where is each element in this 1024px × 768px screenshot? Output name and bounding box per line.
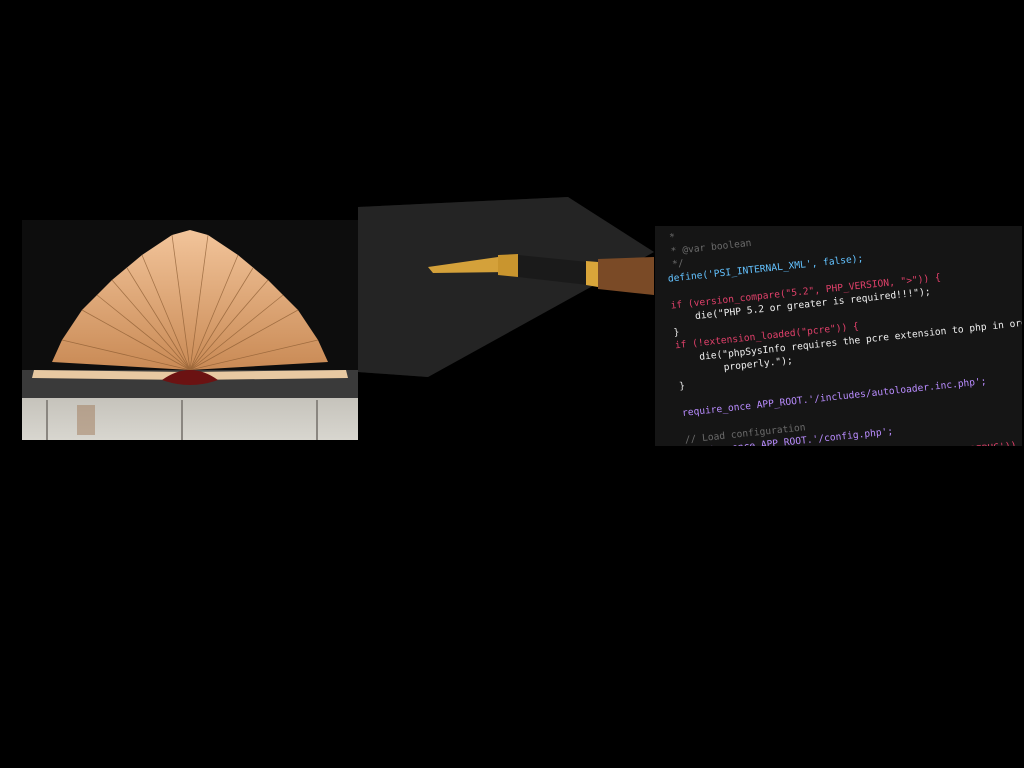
fountain-pen-icon	[358, 197, 654, 377]
open-book-icon	[22, 220, 358, 440]
code-editor-image: * * @var boolean */define('PSI_INTERNAL_…	[655, 226, 1022, 446]
slide-canvas: * * @var boolean */define('PSI_INTERNAL_…	[0, 0, 1024, 768]
fountain-pen-image	[358, 197, 654, 377]
open-book-image	[22, 220, 358, 440]
code-listing: * * @var boolean */define('PSI_INTERNAL_…	[663, 226, 1022, 446]
